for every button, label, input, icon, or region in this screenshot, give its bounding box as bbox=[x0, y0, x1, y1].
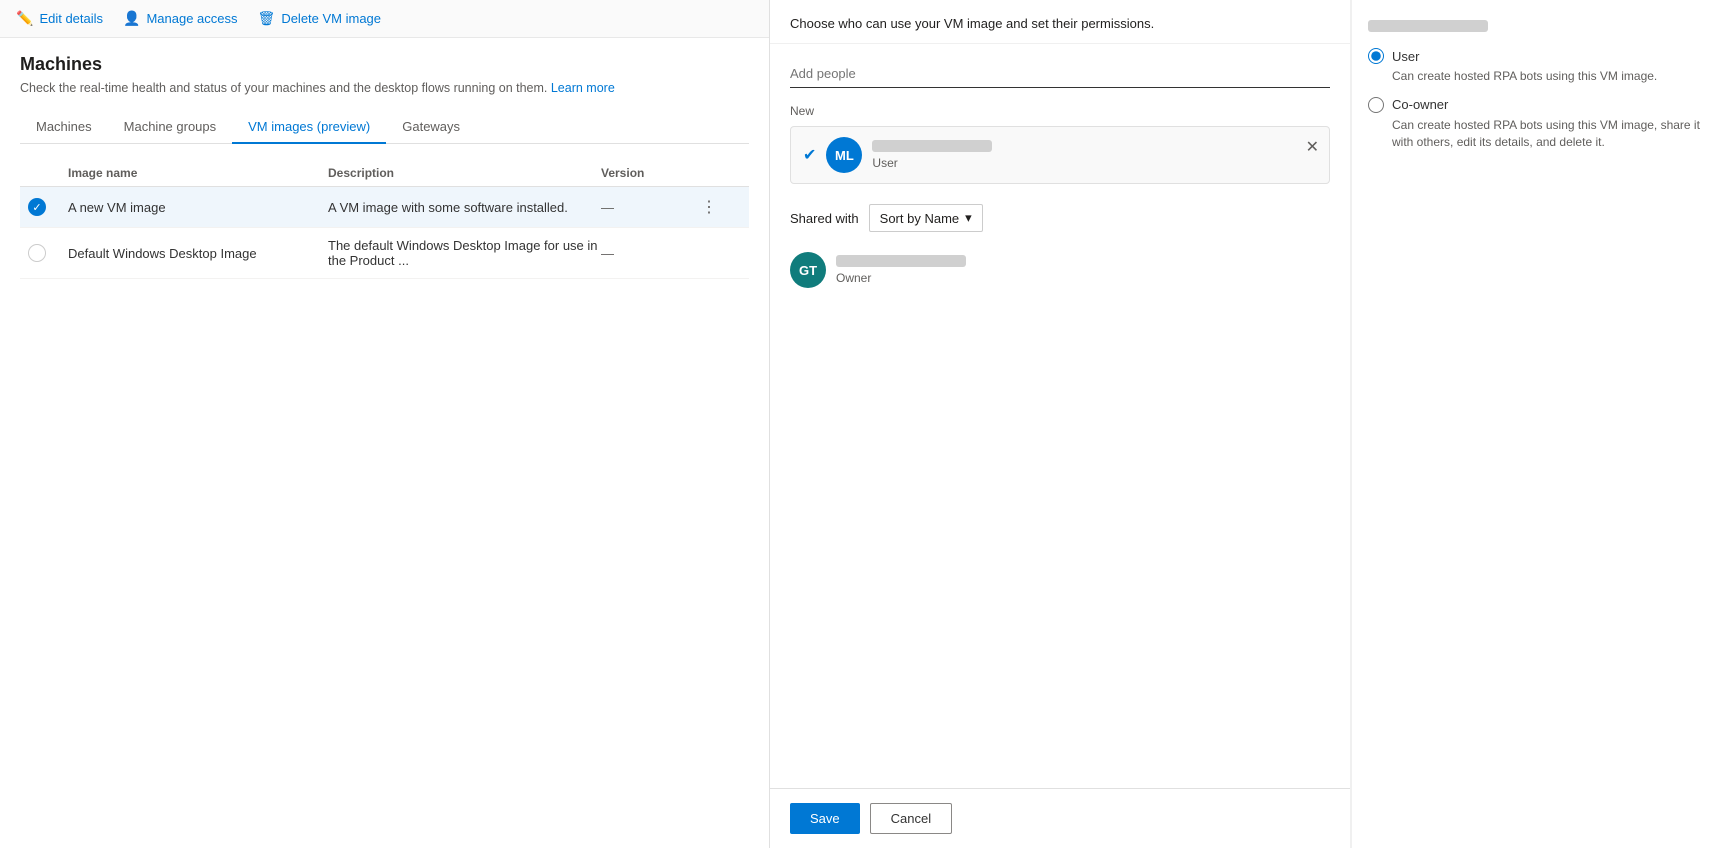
radio-coowner-label: Co-owner bbox=[1392, 97, 1448, 112]
right-section: Choose who can use your VM image and set… bbox=[770, 0, 1731, 848]
row-image-name: A new VM image bbox=[68, 200, 328, 215]
radio-user[interactable] bbox=[1368, 48, 1384, 64]
shared-user-avatar: GT bbox=[790, 252, 826, 288]
table-header: Image name Description Version bbox=[20, 160, 749, 187]
delete-icon: 🗑 bbox=[258, 10, 276, 27]
radio-option-user: User Can create hosted RPA bots using th… bbox=[1368, 48, 1715, 85]
table-row[interactable]: ✓ A new VM image A VM image with some so… bbox=[20, 187, 749, 228]
manage-access-panel: Choose who can use your VM image and set… bbox=[770, 0, 1731, 848]
page-title: Machines bbox=[20, 54, 749, 75]
learn-more-link[interactable]: Learn more bbox=[551, 81, 615, 95]
manage-access-icon: 👤 bbox=[123, 10, 140, 27]
shared-with-section: Shared with Sort by Name ▾ GT Owner bbox=[790, 204, 1330, 296]
remove-user-button[interactable]: ✕ bbox=[1306, 137, 1319, 157]
radio-label-coowner[interactable]: Co-owner bbox=[1368, 97, 1715, 113]
new-user-avatar: ML bbox=[826, 137, 862, 173]
edit-icon: ✏️ bbox=[16, 10, 33, 27]
chevron-down-icon: ▾ bbox=[965, 210, 972, 226]
tab-machine-groups[interactable]: Machine groups bbox=[108, 111, 233, 144]
radio-coowner[interactable] bbox=[1368, 97, 1384, 113]
shared-user-info: Owner bbox=[836, 255, 1330, 285]
row-check: ✓ bbox=[28, 198, 68, 216]
tab-machines[interactable]: Machines bbox=[20, 111, 108, 144]
manage-access-button[interactable]: 👤 Manage access bbox=[123, 10, 238, 27]
new-user-card: ✔ ML User ✕ bbox=[790, 126, 1330, 184]
panel-footer: Save Cancel bbox=[770, 788, 1350, 848]
permission-user-name-blurred bbox=[1368, 20, 1488, 32]
check-mark-icon: ✔ bbox=[803, 145, 816, 165]
add-people-input[interactable] bbox=[790, 60, 1330, 88]
add-people-section bbox=[790, 60, 1330, 88]
radio-user-label: User bbox=[1392, 49, 1419, 64]
selected-check-icon: ✓ bbox=[28, 198, 46, 216]
shared-user-name-blurred bbox=[836, 255, 966, 267]
cancel-button[interactable]: Cancel bbox=[870, 803, 952, 834]
unselected-check-icon bbox=[28, 244, 46, 262]
col-version: Version bbox=[601, 166, 701, 180]
new-user-role: User bbox=[872, 156, 1317, 170]
row-version: — bbox=[601, 200, 701, 215]
shared-user-row: GT Owner bbox=[790, 244, 1330, 296]
delete-vm-image-button[interactable]: 🗑 Delete VM image bbox=[258, 10, 382, 27]
sort-label: Sort by Name bbox=[880, 211, 959, 226]
panel-description: Choose who can use your VM image and set… bbox=[770, 0, 1350, 44]
main-content: Machines Check the real-time health and … bbox=[0, 38, 769, 848]
permission-panel: User Can create hosted RPA bots using th… bbox=[1351, 0, 1731, 848]
row-check bbox=[28, 244, 68, 262]
row-actions-menu[interactable]: ⋮ bbox=[701, 197, 741, 217]
radio-group: User Can create hosted RPA bots using th… bbox=[1368, 48, 1715, 150]
radio-label-user[interactable]: User bbox=[1368, 48, 1715, 64]
tabs: Machines Machine groups VM images (previ… bbox=[20, 111, 749, 144]
tab-gateways[interactable]: Gateways bbox=[386, 111, 476, 144]
shared-with-header: Shared with Sort by Name ▾ bbox=[790, 204, 1330, 232]
row-image-name: Default Windows Desktop Image bbox=[68, 246, 328, 261]
row-description: A VM image with some software installed. bbox=[328, 200, 601, 215]
new-user-name-blurred bbox=[872, 140, 992, 152]
new-user-info: User bbox=[872, 140, 1317, 170]
col-actions bbox=[701, 166, 741, 180]
row-description: The default Windows Desktop Image for us… bbox=[328, 238, 601, 268]
toolbar: ✏️ Edit details 👤 Manage access 🗑 Delete… bbox=[0, 0, 769, 38]
radio-coowner-description: Can create hosted RPA bots using this VM… bbox=[1392, 117, 1715, 151]
col-check bbox=[28, 166, 68, 180]
shared-user-role: Owner bbox=[836, 271, 1330, 285]
panel-body: New ✔ ML User ✕ Shared with Sort by bbox=[770, 44, 1350, 788]
radio-user-description: Can create hosted RPA bots using this VM… bbox=[1392, 68, 1715, 85]
row-version: — bbox=[601, 246, 701, 261]
save-button[interactable]: Save bbox=[790, 803, 860, 834]
col-image-name: Image name bbox=[68, 166, 328, 180]
new-label: New bbox=[790, 104, 1330, 118]
tab-vm-images[interactable]: VM images (preview) bbox=[232, 111, 386, 144]
sort-dropdown[interactable]: Sort by Name ▾ bbox=[869, 204, 983, 232]
radio-option-coowner: Co-owner Can create hosted RPA bots usin… bbox=[1368, 97, 1715, 151]
table-row[interactable]: Default Windows Desktop Image The defaul… bbox=[20, 228, 749, 279]
page-subtitle: Check the real-time health and status of… bbox=[20, 81, 749, 95]
left-panel: ✏️ Edit details 👤 Manage access 🗑 Delete… bbox=[0, 0, 770, 848]
col-description: Description bbox=[328, 166, 601, 180]
shared-with-label: Shared with bbox=[790, 211, 859, 226]
edit-details-button[interactable]: ✏️ Edit details bbox=[16, 10, 103, 27]
